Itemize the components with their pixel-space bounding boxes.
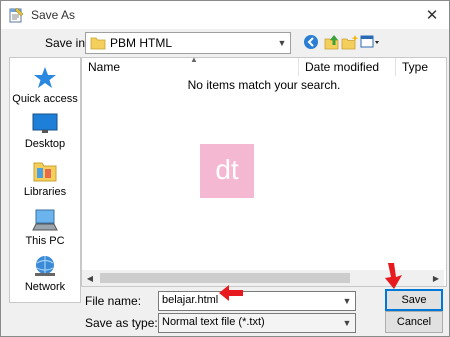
save-in-dropdown[interactable]: PBM HTML ▼ bbox=[85, 32, 291, 54]
places-bar: Quick access Desktop Libraries This PC N… bbox=[9, 57, 81, 303]
sidebar-item-label: Desktop bbox=[24, 138, 66, 150]
network-icon bbox=[35, 256, 55, 276]
sidebar-item-label: Quick access bbox=[12, 93, 78, 105]
notepad-icon bbox=[9, 7, 24, 23]
scroll-left-icon[interactable]: ◀ bbox=[82, 270, 98, 286]
file-list[interactable]: ▲ Name Date modified Type No items match… bbox=[81, 55, 447, 287]
save-in-label: Save in: bbox=[45, 36, 89, 50]
close-button[interactable]: ✕ bbox=[415, 1, 449, 29]
sort-caret-icon: ▲ bbox=[190, 55, 198, 64]
star-icon bbox=[34, 67, 56, 88]
chevron-down-icon: ▼ bbox=[342, 318, 352, 328]
chevron-down-icon[interactable]: ▼ bbox=[339, 292, 355, 310]
chevron-down-icon: ▼ bbox=[277, 38, 287, 48]
current-folder-name: PBM HTML bbox=[110, 36, 173, 50]
cancel-button[interactable]: Cancel bbox=[385, 311, 443, 333]
computer-icon bbox=[32, 209, 58, 231]
libraries-icon bbox=[33, 162, 57, 182]
sidebar-item-this-pc[interactable]: This PC bbox=[10, 208, 80, 247]
watermark-logo: dt bbox=[200, 144, 254, 198]
file-name-label: File name: bbox=[85, 294, 142, 308]
up-folder-icon[interactable] bbox=[323, 34, 341, 50]
column-header-type[interactable]: Type bbox=[396, 58, 428, 76]
window-title: Save As bbox=[31, 8, 76, 22]
scrollbar-thumb[interactable] bbox=[100, 273, 350, 283]
desktop-icon bbox=[32, 113, 58, 133]
new-folder-icon[interactable] bbox=[341, 34, 359, 50]
save-as-dialog: Save As ✕ Save in: PBM HTML ▼ Quick acce… bbox=[0, 0, 450, 337]
sidebar-item-quick-access[interactable]: Quick access bbox=[10, 66, 80, 105]
sidebar-item-desktop[interactable]: Desktop bbox=[10, 113, 80, 150]
save-as-type-value: Normal text file (*.txt) bbox=[162, 316, 265, 328]
sidebar-item-label: Network bbox=[24, 281, 66, 293]
sidebar-item-label: Libraries bbox=[23, 186, 67, 198]
column-header-date-modified[interactable]: Date modified bbox=[299, 58, 379, 76]
scroll-right-icon[interactable]: ▶ bbox=[428, 270, 444, 286]
save-as-type-dropdown[interactable]: Normal text file (*.txt) ▼ bbox=[158, 313, 356, 333]
folder-icon bbox=[90, 37, 106, 50]
file-name-input[interactable]: belajar.html ▼ bbox=[158, 291, 356, 311]
save-as-type-label: Save as type: bbox=[85, 316, 158, 330]
sidebar-item-network[interactable]: Network bbox=[10, 254, 80, 293]
save-button[interactable]: Save bbox=[385, 289, 443, 311]
empty-results-message: No items match your search. bbox=[187, 78, 341, 92]
close-icon: ✕ bbox=[425, 7, 439, 24]
back-icon[interactable] bbox=[303, 34, 321, 50]
file-name-value: belajar.html bbox=[162, 294, 219, 306]
column-header-name[interactable]: Name bbox=[82, 58, 120, 76]
title-bar: Save As ✕ bbox=[1, 1, 449, 29]
annotation-arrow-icon bbox=[219, 285, 243, 301]
view-menu-icon[interactable] bbox=[360, 34, 380, 50]
annotation-arrow-icon bbox=[385, 263, 402, 289]
sidebar-item-libraries[interactable]: Libraries bbox=[10, 159, 80, 198]
sidebar-item-label: This PC bbox=[25, 235, 65, 247]
